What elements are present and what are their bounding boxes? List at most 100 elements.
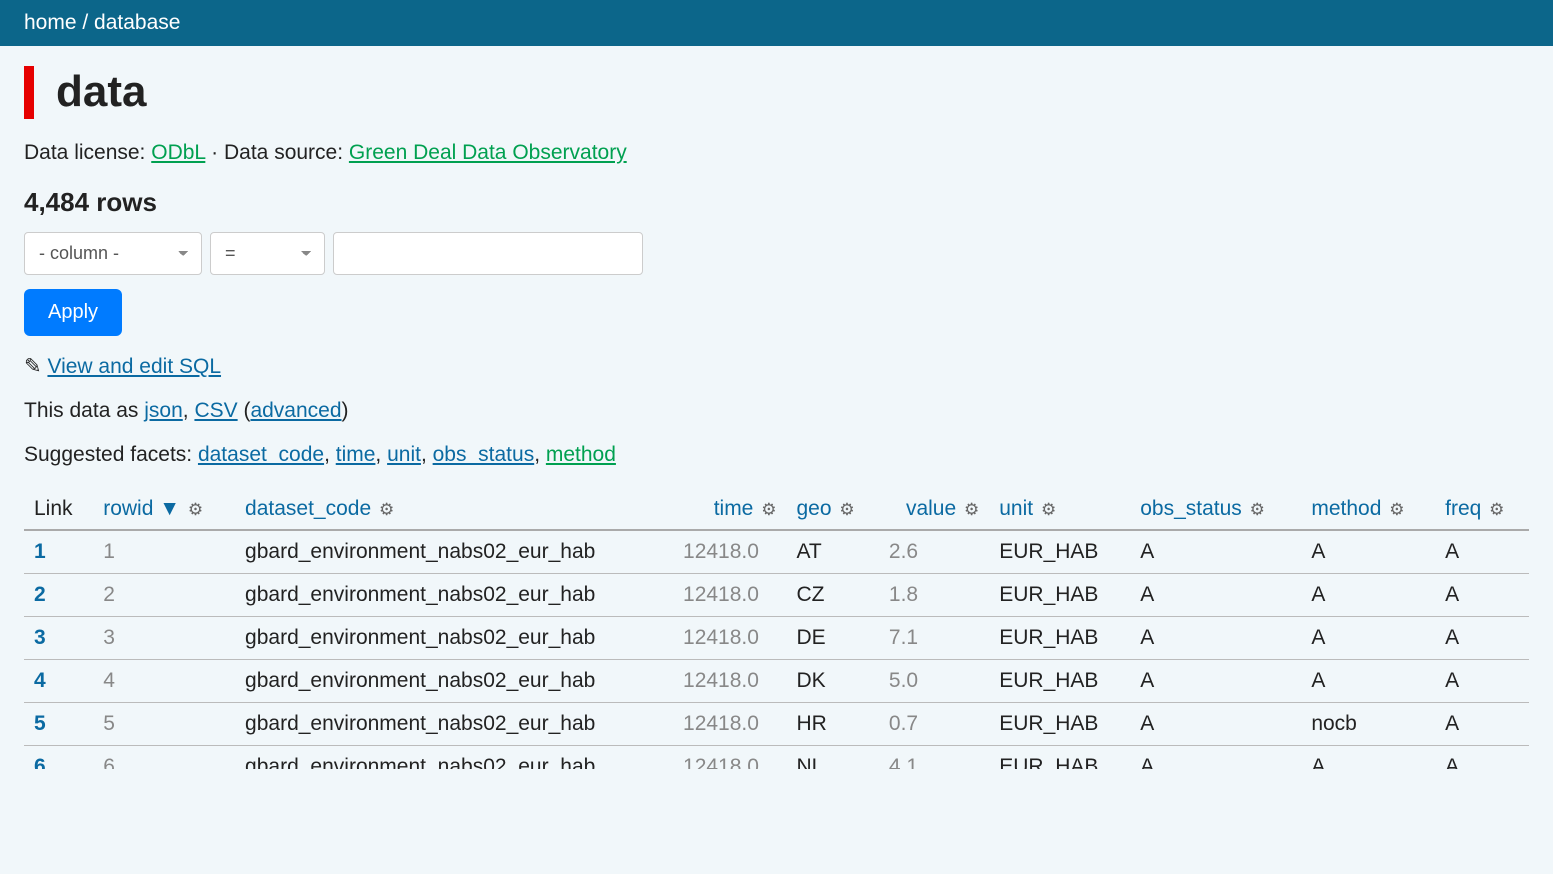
cell-freq: A: [1435, 745, 1529, 769]
license-label: Data license:: [24, 141, 151, 164]
cell-geo: CZ: [786, 573, 878, 616]
table-row: 44gbard_environment_nabs02_eur_hab12418.…: [24, 659, 1529, 702]
gear-icon[interactable]: ⚙: [761, 500, 776, 519]
cell-rowid: 1: [93, 530, 235, 574]
data-as-line: This data as json, CSV (advanced): [24, 399, 1529, 423]
gear-icon[interactable]: ⚙: [1041, 500, 1056, 519]
cell-method: nocb: [1301, 702, 1435, 745]
facet-unit[interactable]: unit: [387, 443, 421, 466]
license-link[interactable]: ODbL: [151, 141, 205, 164]
col-dataset-code[interactable]: dataset_code: [245, 497, 371, 520]
row-count: 4,484 rows: [24, 187, 1529, 218]
row-link[interactable]: 5: [34, 712, 46, 735]
cell-obs-status: A: [1130, 616, 1301, 659]
cell-dataset-code: gbard_environment_nabs02_eur_hab: [235, 616, 673, 659]
cell-method: A: [1301, 659, 1435, 702]
facet-method[interactable]: method: [546, 443, 616, 466]
table-row: 11gbard_environment_nabs02_eur_hab12418.…: [24, 530, 1529, 574]
col-geo[interactable]: geo: [796, 497, 831, 520]
facets-prefix: Suggested facets:: [24, 443, 198, 466]
cell-obs-status: A: [1130, 573, 1301, 616]
cell-value: 7.1: [879, 616, 989, 659]
col-method[interactable]: method: [1311, 497, 1381, 520]
data-as-csv[interactable]: CSV: [194, 399, 237, 422]
cell-freq: A: [1435, 530, 1529, 574]
cell-method: A: [1301, 745, 1435, 769]
row-link[interactable]: 4: [34, 669, 46, 692]
cell-rowid: 5: [93, 702, 235, 745]
cell-time: 12418.0: [673, 530, 786, 574]
table-row: 55gbard_environment_nabs02_eur_hab12418.…: [24, 702, 1529, 745]
cell-geo: NL: [786, 745, 878, 769]
cell-freq: A: [1435, 659, 1529, 702]
row-link[interactable]: 1: [34, 540, 46, 563]
gear-icon[interactable]: ⚙: [379, 500, 394, 519]
cell-rowid: 4: [93, 659, 235, 702]
cell-obs-status: A: [1130, 530, 1301, 574]
view-sql-line: ✎ View and edit SQL: [24, 354, 1529, 379]
view-edit-sql-link[interactable]: View and edit SQL: [47, 355, 221, 378]
cell-value: 1.8: [879, 573, 989, 616]
cell-obs-status: A: [1130, 745, 1301, 769]
row-link[interactable]: 6: [34, 755, 46, 769]
cell-freq: A: [1435, 616, 1529, 659]
row-link[interactable]: 3: [34, 626, 46, 649]
cell-rowid: 6: [93, 745, 235, 769]
col-value[interactable]: value: [906, 497, 956, 520]
cell-obs-status: A: [1130, 659, 1301, 702]
cell-method: A: [1301, 573, 1435, 616]
page-title: data: [24, 66, 1529, 119]
row-link[interactable]: 2: [34, 583, 46, 606]
cell-freq: A: [1435, 702, 1529, 745]
meta-sep: ·: [205, 141, 224, 164]
gear-icon[interactable]: ⚙: [188, 500, 203, 519]
cell-rowid: 2: [93, 573, 235, 616]
gear-icon[interactable]: ⚙: [1489, 500, 1504, 519]
gear-icon[interactable]: ⚙: [1389, 500, 1404, 519]
apply-button[interactable]: Apply: [24, 289, 122, 336]
data-as-advanced[interactable]: advanced: [250, 399, 341, 422]
col-freq[interactable]: freq: [1445, 497, 1481, 520]
facet-time[interactable]: time: [336, 443, 376, 466]
breadcrumb-database[interactable]: database: [94, 11, 180, 34]
gear-icon[interactable]: ⚙: [1250, 500, 1265, 519]
suggested-facets: Suggested facets: dataset_code, time, un…: [24, 443, 1529, 467]
table-row: 66gbard_environment_nabs02_eur_hab12418.…: [24, 745, 1529, 769]
col-obs-status[interactable]: obs_status: [1140, 497, 1242, 520]
meta-line: Data license: ODbL · Data source: Green …: [24, 141, 1529, 165]
cell-geo: AT: [786, 530, 878, 574]
col-time[interactable]: time: [714, 497, 754, 520]
breadcrumb-home[interactable]: home: [24, 11, 77, 34]
col-rowid[interactable]: rowid ▼: [103, 497, 180, 520]
cell-unit: EUR_HAB: [989, 530, 1130, 574]
facet-obs-status[interactable]: obs_status: [433, 443, 535, 466]
gear-icon[interactable]: ⚙: [839, 500, 854, 519]
cell-unit: EUR_HAB: [989, 573, 1130, 616]
filter-operator-select[interactable]: =: [210, 232, 325, 275]
cell-dataset-code: gbard_environment_nabs02_eur_hab: [235, 659, 673, 702]
cell-method: A: [1301, 530, 1435, 574]
cell-value: 0.7: [879, 702, 989, 745]
data-as-json[interactable]: json: [144, 399, 183, 422]
cell-dataset-code: gbard_environment_nabs02_eur_hab: [235, 702, 673, 745]
cell-time: 12418.0: [673, 702, 786, 745]
gear-icon[interactable]: ⚙: [964, 500, 979, 519]
col-unit[interactable]: unit: [999, 497, 1033, 520]
data-table: Link rowid ▼ ⚙ dataset_code ⚙ time ⚙ geo…: [24, 489, 1529, 769]
breadcrumb: home / database: [0, 0, 1553, 46]
cell-unit: EUR_HAB: [989, 616, 1130, 659]
cell-time: 12418.0: [673, 616, 786, 659]
table-row: 22gbard_environment_nabs02_eur_hab12418.…: [24, 573, 1529, 616]
filter-column-select[interactable]: - column -: [24, 232, 202, 275]
cell-rowid: 3: [93, 616, 235, 659]
cell-geo: DE: [786, 616, 878, 659]
cell-obs-status: A: [1130, 702, 1301, 745]
cell-value: 5.0: [879, 659, 989, 702]
filter-value-input[interactable]: [333, 232, 643, 275]
cell-value: 2.6: [879, 530, 989, 574]
filter-row: - column - =: [24, 232, 1529, 275]
facet-dataset-code[interactable]: dataset_code: [198, 443, 324, 466]
cell-unit: EUR_HAB: [989, 745, 1130, 769]
source-label: Data source:: [224, 141, 349, 164]
source-link[interactable]: Green Deal Data Observatory: [349, 141, 627, 164]
